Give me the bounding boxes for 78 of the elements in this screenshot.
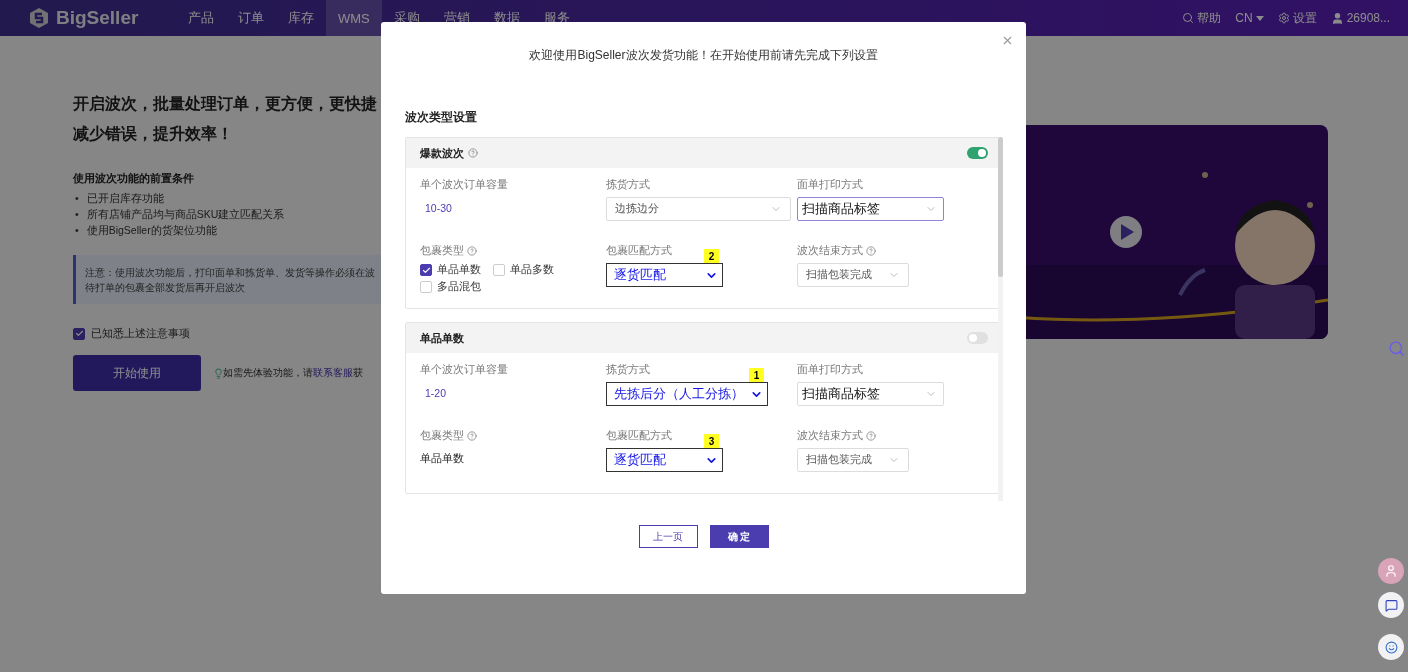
capacity-value[interactable]: 10-30 <box>420 197 606 219</box>
help-icon[interactable] <box>468 148 478 158</box>
search-icon[interactable] <box>1182 12 1195 24</box>
dropdown-select[interactable]: 逐货匹配 <box>606 448 723 472</box>
chat-icon[interactable] <box>1378 592 1404 618</box>
card-title: 爆款波次 <box>420 145 464 161</box>
start-button[interactable]: 开始使用 <box>73 355 201 391</box>
toggle-switch[interactable] <box>967 332 988 344</box>
brand-name: BigSeller <box>56 7 139 29</box>
bullet: • <box>75 224 79 237</box>
checkbox-label: 单品多数 <box>510 263 554 277</box>
field-label: 面单打印方式 <box>797 363 863 377</box>
dropdown-select[interactable]: 扫描商品标签 <box>797 382 944 406</box>
field-label: 拣货方式 <box>606 178 650 192</box>
toggle-switch[interactable] <box>967 147 988 159</box>
checkbox[interactable] <box>73 327 85 340</box>
prereq-item: 已开启库存功能 <box>86 192 164 205</box>
field-label: 包裹类型 <box>420 244 464 258</box>
bullet: • <box>75 192 79 205</box>
field-label: 包裹匹配方式 <box>606 429 672 443</box>
card-title: 单品单数 <box>420 330 464 346</box>
prereq-title: 使用波次功能的前置条件 <box>73 171 195 186</box>
annotation-marker: 2 <box>704 249 719 263</box>
scrollbar[interactable] <box>998 137 1003 501</box>
logo-icon <box>28 7 50 29</box>
prev-button[interactable]: 上一页 <box>638 525 698 548</box>
nav-item[interactable]: 库存 <box>276 0 326 36</box>
field-label: 波次结束方式 <box>797 429 863 443</box>
field-label: 单个波次订单容量 <box>420 363 508 377</box>
user-icon[interactable] <box>1330 11 1344 25</box>
checkbox-label: 已知悉上述注意事项 <box>91 326 190 341</box>
dropdown-select[interactable]: 扫描包装完成 <box>797 448 909 472</box>
confirm-button[interactable]: 确 定 <box>709 525 769 548</box>
package-type-value: 单品单数 <box>420 451 465 466</box>
annotation-marker: 3 <box>704 434 719 448</box>
dropdown-select[interactable]: 逐货匹配 <box>606 263 723 287</box>
capacity-value[interactable]: 1-20 <box>420 382 606 404</box>
prereq-item: 所有店铺产品均与商品SKU建立匹配关系 <box>86 208 285 221</box>
section-title: 波次类型设置 <box>405 110 478 125</box>
help-icon[interactable] <box>467 246 477 256</box>
nav-item[interactable]: 产品 <box>176 0 226 36</box>
dropdown-select[interactable]: 扫描商品标签 <box>797 197 944 221</box>
checkbox-label: 多品混包 <box>437 280 481 294</box>
help-icon[interactable] <box>866 246 876 256</box>
tip-text: 如需先体验功能，请联系客服获 <box>223 366 363 380</box>
headline: 减少错误，提升效率！ <box>73 124 234 144</box>
contact-link[interactable]: 联系客服 <box>313 367 353 378</box>
bullet: • <box>75 208 79 221</box>
prereq-item: 使用BigSeller的货架位功能 <box>86 224 217 237</box>
field-label: 单个波次订单容量 <box>420 178 508 192</box>
settings-link[interactable]: 设置 <box>1292 9 1317 27</box>
caret-icon[interactable] <box>1255 15 1264 21</box>
notice-text: 注意：使用波次功能后，打印面单和拣货单、发货等操作必须在波 <box>85 266 376 280</box>
avatar-icon[interactable] <box>1378 558 1404 584</box>
help-icon[interactable] <box>467 431 477 441</box>
field-label: 包裹匹配方式 <box>606 244 672 258</box>
dropdown-select[interactable]: 边拣边分 <box>606 197 791 221</box>
field-label: 包裹类型 <box>420 429 464 443</box>
lightbulb-icon <box>213 367 224 379</box>
notice-text: 待打单的包裹全部发货后再开启波次 <box>85 281 246 295</box>
checkbox-label: 单品单数 <box>437 263 481 277</box>
annotation-marker: 1 <box>749 368 764 382</box>
checkbox[interactable] <box>420 264 432 276</box>
dropdown-select[interactable]: 先拣后分（人工分拣） <box>606 382 768 406</box>
field-label: 拣货方式 <box>606 363 650 377</box>
dropdown-select[interactable]: 扫描包装完成 <box>797 263 909 287</box>
headline: 开启波次，批量处理订单，更方便，更快捷 <box>73 94 378 114</box>
field-label: 面单打印方式 <box>797 178 863 192</box>
nav-item[interactable]: 订单 <box>226 0 276 36</box>
help-icon[interactable] <box>866 431 876 441</box>
help-link[interactable]: 帮助 <box>1197 9 1222 27</box>
user-menu[interactable]: 26908... <box>1346 11 1390 25</box>
language-menu[interactable]: CN <box>1235 11 1253 25</box>
smile-icon[interactable] <box>1378 634 1404 660</box>
dialog-title: 欢迎使用BigSeller波次发货功能！在开始使用前请先完成下列设置 <box>529 47 878 64</box>
close-button[interactable] <box>1001 34 1014 47</box>
field-label: 波次结束方式 <box>797 244 863 258</box>
settings-icon[interactable] <box>1277 12 1290 24</box>
